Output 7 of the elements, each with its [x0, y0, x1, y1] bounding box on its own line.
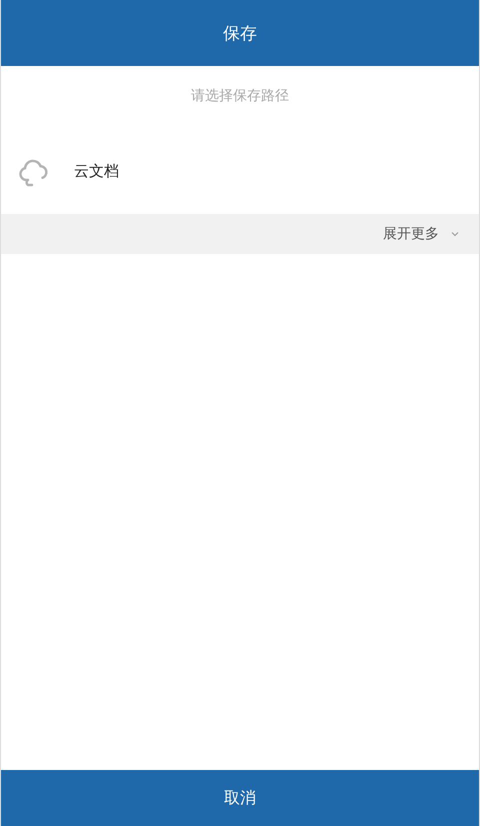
- chevron-down-icon: [451, 231, 459, 237]
- location-item[interactable]: 云文档: [1, 128, 479, 214]
- title-text: 保存: [223, 22, 257, 44]
- hint-text: 请选择保存路径: [190, 87, 290, 106]
- cancel-button[interactable]: 取消: [1, 770, 479, 826]
- location-label: 云文档: [74, 162, 119, 180]
- expand-more-button[interactable]: 展开更多: [383, 225, 459, 243]
